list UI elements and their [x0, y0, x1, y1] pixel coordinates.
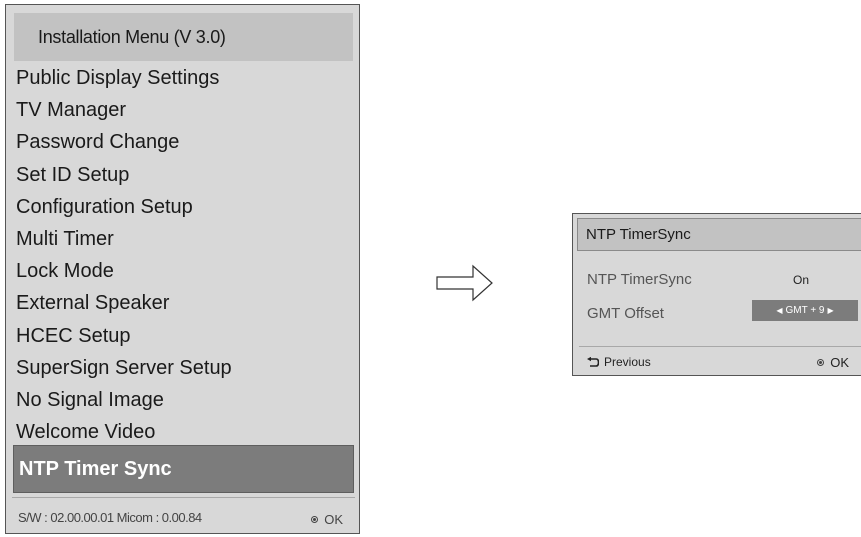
installation-menu-list: Public Display Settings TV Manager Passw…: [16, 62, 232, 448]
ok-button-icon: [311, 516, 319, 523]
menu-item-multi-timer[interactable]: Multi Timer: [16, 223, 232, 255]
dialog-ok-button[interactable]: OK: [817, 355, 849, 370]
installation-menu-panel: Installation Menu (V 3.0) Public Display…: [5, 4, 360, 534]
menu-item-welcome-video[interactable]: Welcome Video: [16, 416, 232, 448]
right-arrow-icon: [436, 264, 493, 302]
menu-item-configuration-setup[interactable]: Configuration Setup: [16, 191, 232, 223]
arrow-right-icon[interactable]: ▶: [828, 306, 834, 315]
ntp-timersync-label: NTP TimerSync: [587, 271, 692, 288]
ntp-dialog-title: NTP TimerSync: [577, 218, 861, 251]
arrow-left-icon[interactable]: ◀: [776, 306, 782, 315]
dialog-footer-divider: [579, 346, 861, 347]
gmt-offset-selector[interactable]: ◀ GMT + 9 ▶: [752, 300, 858, 321]
menu-item-lock-mode[interactable]: Lock Mode: [16, 255, 232, 287]
menu-ok-label: OK: [324, 512, 343, 527]
ntp-timersync-value[interactable]: On: [793, 273, 809, 287]
menu-footer-divider: [12, 497, 355, 498]
return-arrow-icon: [587, 356, 599, 367]
previous-label: Previous: [604, 355, 651, 369]
menu-item-password-change[interactable]: Password Change: [16, 126, 232, 158]
menu-item-external-speaker[interactable]: External Speaker: [16, 287, 232, 319]
menu-item-supersign-server-setup[interactable]: SuperSign Server Setup: [16, 352, 232, 384]
menu-item-public-display-settings[interactable]: Public Display Settings: [16, 62, 232, 94]
previous-button[interactable]: Previous: [587, 355, 651, 369]
menu-item-hcec-setup[interactable]: HCEC Setup: [16, 320, 232, 352]
menu-ok-button[interactable]: OK: [311, 512, 343, 527]
menu-item-set-id-setup[interactable]: Set ID Setup: [16, 159, 232, 191]
ntp-timersync-dialog: NTP TimerSync NTP TimerSync On GMT Offse…: [572, 213, 861, 376]
menu-item-no-signal-image[interactable]: No Signal Image: [16, 384, 232, 416]
installation-menu-title: Installation Menu (V 3.0): [14, 13, 353, 61]
menu-item-ntp-timer-sync-selected[interactable]: NTP Timer Sync: [13, 445, 354, 493]
software-version-info: S/W : 02.00.00.01 Micom : 0.00.84: [18, 510, 202, 525]
dialog-ok-label: OK: [830, 355, 849, 370]
ok-button-icon: [817, 359, 825, 366]
gmt-offset-value: GMT + 9: [785, 305, 825, 316]
gmt-offset-label: GMT Offset: [587, 305, 664, 322]
menu-item-tv-manager[interactable]: TV Manager: [16, 94, 232, 126]
